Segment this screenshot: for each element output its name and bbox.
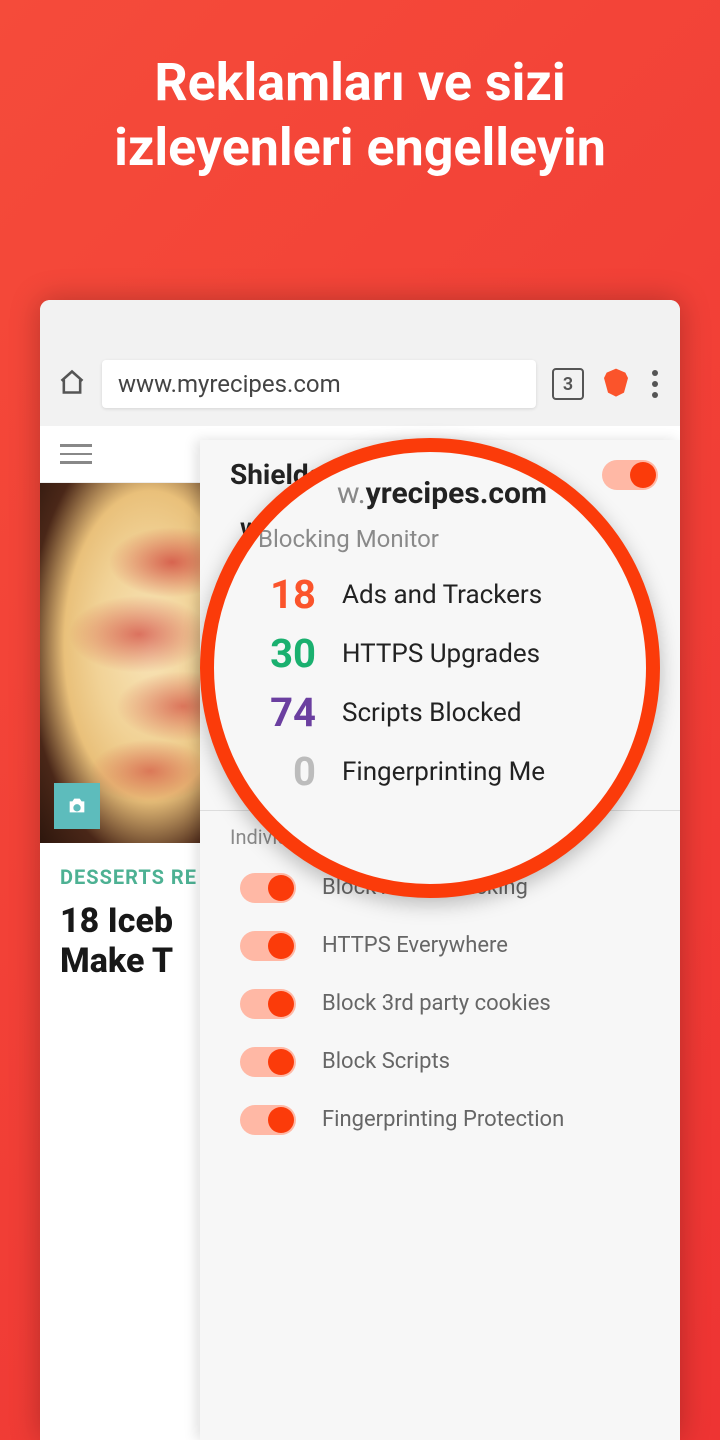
mag-stat-https: 30 HTTPS Upgrades (258, 624, 626, 683)
browser-toolbar: www.myrecipes.com 3 (40, 300, 680, 426)
toggle-block-ads[interactable] (240, 873, 296, 903)
url-input[interactable]: www.myrecipes.com (102, 360, 536, 408)
option-block-3rd-party-cookies: Block 3rd party cookies (200, 975, 680, 1033)
brave-shields-icon[interactable] (600, 366, 632, 402)
camera-icon (54, 783, 100, 829)
option-fingerprinting-protection: Fingerprinting Protection (200, 1091, 680, 1149)
toggle-fingerprinting[interactable] (240, 1105, 296, 1135)
menu-icon[interactable] (648, 366, 662, 402)
toggle-https-everywhere[interactable] (240, 931, 296, 961)
mag-stat-fp: 0 Fingerprinting Me (258, 742, 626, 801)
toggle-3rd-party-cookies[interactable] (240, 989, 296, 1019)
shields-master-toggle[interactable] (602, 460, 658, 490)
hamburger-icon[interactable] (60, 444, 92, 464)
mag-stat-scripts: 74 Scripts Blocked (258, 683, 626, 742)
tab-count-button[interactable]: 3 (552, 368, 584, 400)
home-icon[interactable] (58, 368, 86, 400)
option-https-everywhere: HTTPS Everywhere (200, 917, 680, 975)
toggle-block-scripts[interactable] (240, 1047, 296, 1077)
magnifier-highlight: w.yrecipes.com Blocking Monitor 18 Ads a… (200, 438, 660, 898)
option-block-scripts: Block Scripts (200, 1033, 680, 1091)
mag-monitor-label: Blocking Monitor (258, 525, 626, 553)
promo-headline: Reklamları ve sizi izleyenleri engelleyi… (0, 0, 720, 210)
mag-stat-ads: 18 Ads and Trackers (258, 565, 626, 624)
